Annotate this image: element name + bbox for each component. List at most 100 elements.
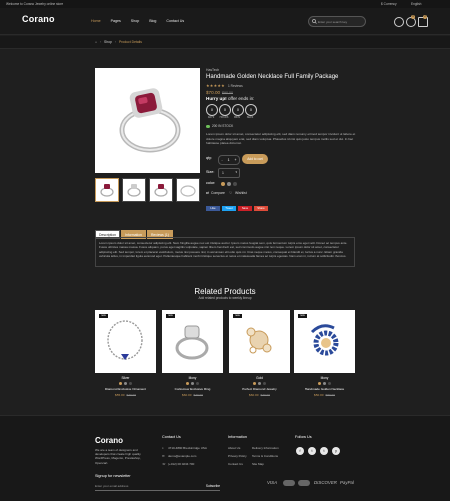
qty-increase[interactable]: + — [234, 158, 236, 162]
card-name[interactable]: Corkscrew Exclusive Ring — [162, 387, 223, 391]
thumbnail-2[interactable] — [122, 178, 146, 202]
facebook-icon[interactable]: f — [296, 447, 304, 455]
qty-decrease[interactable]: - — [221, 158, 222, 162]
product-image[interactable]: new — [229, 310, 290, 373]
chevron-down-icon: ▾ — [235, 170, 237, 174]
main-product-image[interactable] — [95, 68, 200, 173]
discover-icon: DISCOVER — [314, 480, 337, 485]
tweet-button[interactable]: Tweet — [222, 206, 236, 211]
add-to-cart-button[interactable]: Add to cart — [242, 154, 268, 164]
newsletter-input[interactable]: Enter your email address — [95, 484, 128, 488]
card-price: $50.00 $80.00 — [314, 393, 335, 397]
header — [0, 8, 450, 35]
mastercard-icon — [283, 480, 295, 486]
follow-title: Follow Us — [295, 435, 312, 439]
footer — [0, 415, 450, 501]
card-price: $60.00 $70.00 — [182, 393, 203, 397]
breadcrumb-shop[interactable]: Shop — [104, 40, 112, 44]
wishlist-link[interactable]: Wishlist — [235, 191, 247, 195]
card-brand[interactable]: Silver — [95, 376, 156, 380]
card-price: $60.00 $70.00 — [249, 393, 270, 397]
nav-blog[interactable]: Blog — [149, 19, 156, 23]
countdown-hours: 0 — [219, 104, 231, 116]
color-option-2[interactable] — [227, 182, 231, 186]
thumbnail-3[interactable] — [149, 178, 173, 202]
card-name[interactable]: Handmade Golden Necklace — [294, 387, 355, 391]
heart-icon[interactable]: ♡ — [229, 191, 232, 195]
tumblr-icon[interactable]: t — [320, 447, 328, 455]
footer-link[interactable]: Site Map — [252, 462, 264, 466]
contact-address: 4710-4890 Breckinridge USA — [168, 446, 207, 450]
compare-icon[interactable]: ⇄ — [206, 191, 209, 195]
product-image[interactable]: new — [162, 310, 223, 373]
product-card[interactable]: new Mony Handmade Golden Necklace $50.00… — [294, 310, 355, 403]
product-price: $70.00 — [206, 90, 221, 95]
review-count[interactable]: 1 Reviews — [228, 84, 243, 88]
size-select[interactable]: 1 ▾ — [218, 168, 240, 178]
subscribe-button[interactable]: Subscribe — [206, 484, 220, 488]
card-brand[interactable]: Mony — [294, 376, 355, 380]
product-image[interactable]: new — [95, 310, 156, 373]
card-brand[interactable]: Mony — [162, 376, 223, 380]
footer-link[interactable]: Delivery Information — [252, 446, 279, 450]
thumbnail-4[interactable] — [176, 178, 200, 202]
product-card[interactable]: new Mony Corkscrew Exclusive Ring $60.00… — [162, 310, 223, 403]
information-title: Information — [228, 435, 247, 439]
compare-link[interactable]: Compare — [211, 191, 225, 195]
product-brand[interactable]: HasTech — [206, 68, 219, 72]
qty-value[interactable]: 1 — [228, 158, 230, 162]
welcome-text: Welcome to Corano Jewelry online store — [6, 2, 64, 6]
countdown-secs: 0 — [245, 104, 257, 116]
contact-title: Contact Us — [162, 435, 181, 439]
language-selector[interactable]: English — [411, 2, 421, 6]
nav-home[interactable]: Home — [91, 19, 101, 23]
color-option-1[interactable] — [221, 182, 225, 186]
location-icon: ⌖ — [162, 446, 164, 450]
contact-phone[interactable]: (+012) 00 0234 700 — [168, 462, 194, 466]
save-button[interactable]: Save — [238, 206, 252, 211]
color-option-3[interactable] — [233, 182, 237, 186]
footer-link[interactable]: Terms & Conditions — [252, 454, 278, 458]
countdown-secs-label: SECS — [246, 116, 254, 119]
home-icon[interactable]: ⌂ — [95, 40, 97, 44]
product-card[interactable]: new Gold Perfect Diamond Jewelry $60.00 $… — [229, 310, 290, 403]
youtube-icon[interactable]: y — [332, 447, 340, 455]
site-logo[interactable]: Corano — [22, 14, 55, 24]
product-title: Handmade Golden Necklace Full Family Pac… — [206, 74, 339, 80]
nav-shop[interactable]: Shop — [131, 19, 139, 23]
short-description: Lorem ipsum dolor sit amet, consectetur … — [206, 132, 356, 146]
like-button[interactable]: Like — [206, 206, 220, 211]
product-image[interactable]: new — [294, 310, 355, 373]
card-price: $55.00 $70.00 — [115, 393, 136, 397]
nav-contact[interactable]: Contact Us — [166, 19, 184, 23]
currency-selector[interactable]: $ Currency — [381, 2, 397, 6]
product-tabs: Description Information Reviews (1) — [95, 230, 174, 239]
countdown-days-label: DAYS — [207, 116, 215, 119]
share-button[interactable]: Share — [254, 206, 268, 211]
breadcrumb: ⌂ › Shop › Product Details — [0, 36, 450, 49]
footer-link[interactable]: About Us — [228, 446, 240, 450]
product-card[interactable]: new Silver Diamond Exclusive Ornament $5… — [95, 310, 156, 403]
footer-link[interactable]: Privacy Policy — [228, 454, 247, 458]
card-brand[interactable]: Gold — [229, 376, 290, 380]
footer-link[interactable]: Contact Us — [228, 462, 243, 466]
user-icon[interactable] — [394, 17, 404, 27]
search-box[interactable]: Enter your search key — [308, 16, 366, 27]
card-colors — [162, 381, 223, 386]
contact-email[interactable]: demo@example.com — [168, 454, 196, 458]
quantity-stepper[interactable]: - 1 + — [218, 155, 240, 165]
color-label: color: — [206, 181, 216, 185]
size-label: Size: — [206, 170, 215, 174]
thumbnail-1[interactable] — [95, 178, 119, 202]
search-input[interactable]: Enter your search key — [318, 20, 347, 24]
countdown-hours-label: HOURS — [219, 116, 229, 119]
card-name[interactable]: Perfect Diamond Jewelry — [229, 387, 290, 391]
search-icon — [311, 18, 317, 24]
visa-icon: VISA — [267, 480, 278, 485]
nav-pages[interactable]: Pages — [111, 19, 121, 23]
card-name[interactable]: Diamond Exclusive Ornament — [95, 387, 156, 391]
footer-logo[interactable]: Corano — [95, 436, 123, 445]
footer-about: We are a team of designers and developer… — [95, 448, 141, 465]
countdown-mins: 0 — [232, 104, 244, 116]
twitter-icon[interactable]: t — [308, 447, 316, 455]
